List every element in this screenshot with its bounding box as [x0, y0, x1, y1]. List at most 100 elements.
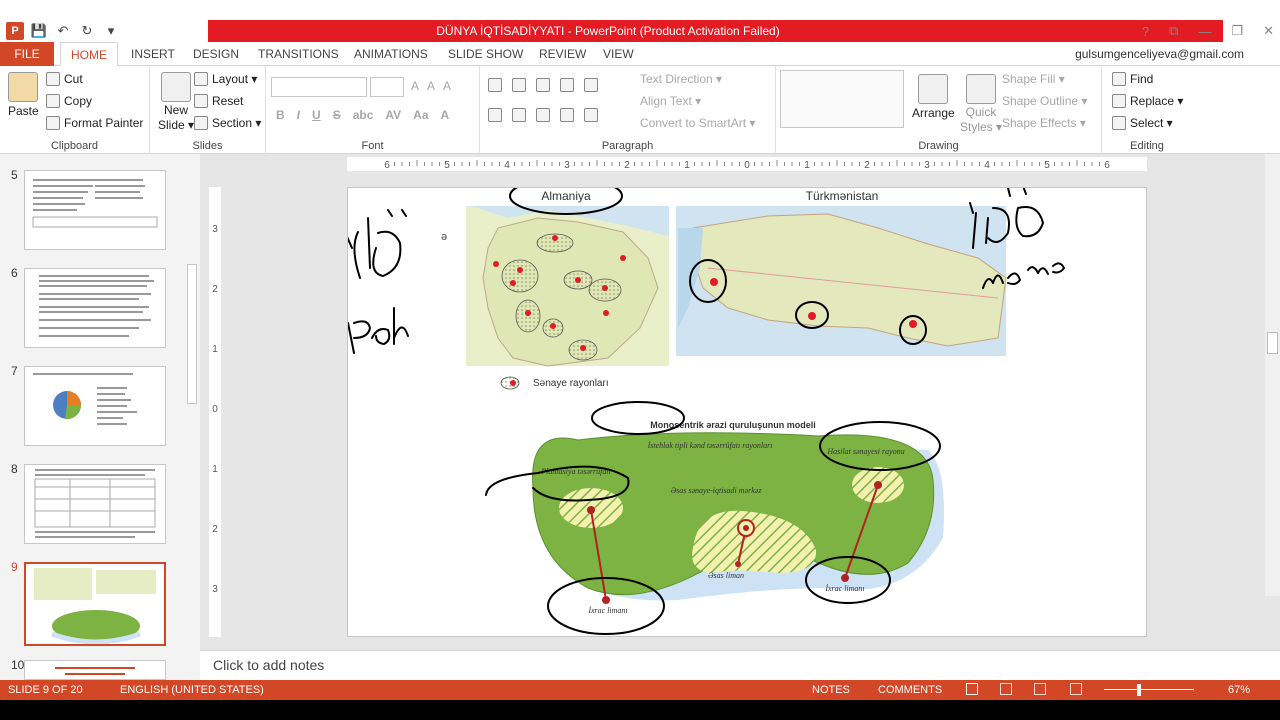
align-center-icon[interactable] [512, 108, 526, 122]
editor-scrollbar[interactable] [1265, 154, 1280, 596]
reading-view-icon[interactable] [1034, 683, 1046, 695]
reset-button[interactable]: Reset [194, 94, 243, 108]
customize-qat-icon[interactable]: ▾ [102, 22, 120, 40]
align-text-button[interactable]: Align Text ▾ [640, 94, 701, 108]
ruler-tick-label: 3 [564, 160, 570, 171]
zoom-level[interactable]: 67% [1228, 684, 1250, 696]
ruler-tick-label: 3 [212, 224, 218, 235]
slide-sorter-icon[interactable] [1000, 683, 1012, 695]
save-icon[interactable]: 💾 [30, 22, 48, 40]
shape-effects-label: Shape Effects ▾ [1002, 116, 1086, 130]
model-main-port: Əsas liman [708, 571, 744, 580]
find-button[interactable]: Find [1112, 72, 1153, 86]
tab-review[interactable]: REVIEW [539, 42, 586, 66]
notes-placeholder: Click to add notes [213, 657, 325, 673]
arrange-button[interactable]: Arrange [912, 74, 955, 120]
font-color-button[interactable]: A [441, 108, 450, 122]
zoom-slider-thumb[interactable] [1137, 684, 1141, 696]
strikethrough-button[interactable]: S [333, 108, 341, 122]
slide-number: 7 [11, 364, 18, 378]
shape-outline-button[interactable]: Shape Outline ▾ [1002, 94, 1087, 108]
line-spacing-icon[interactable] [584, 78, 598, 92]
character-spacing-button[interactable]: AV [385, 108, 401, 122]
notes-pane[interactable]: Click to add notes [200, 650, 1280, 680]
font-name-dropdown[interactable] [271, 77, 367, 97]
ruler-tick-label: 3 [924, 160, 930, 171]
shadow-button[interactable]: abc [353, 108, 374, 122]
account-name[interactable]: gulsumgenceliyeva@gmail.com [1075, 42, 1244, 66]
slide-thumbnail-7[interactable] [24, 366, 166, 446]
format-painter-button[interactable]: Format Painter [46, 116, 143, 130]
new-slide-icon [161, 72, 192, 102]
slide-canvas[interactable]: Almaniya Türkmənistan Sənaye rayonları M… [347, 187, 1147, 637]
bullets-icon[interactable] [488, 78, 502, 92]
zoom-slider[interactable] [1104, 689, 1194, 690]
section-button[interactable]: Section ▾ [194, 116, 261, 130]
replace-button[interactable]: Replace ▾ [1112, 94, 1183, 108]
help-icon[interactable]: ? [1142, 24, 1149, 39]
align-right-icon[interactable] [536, 108, 550, 122]
undo-icon[interactable]: ↶ [54, 22, 72, 40]
slide-thumbnail-9[interactable] [24, 562, 166, 646]
cut-button[interactable]: Cut [46, 72, 83, 86]
new-slide-button[interactable]: New Slide ▾ [158, 72, 194, 132]
clear-formatting-button[interactable]: A [443, 79, 451, 93]
tab-animations[interactable]: ANIMATIONS [354, 42, 428, 66]
tab-home[interactable]: HOME [60, 42, 118, 66]
new-slide-label-2: Slide ▾ [158, 118, 195, 132]
slide-thumbnail-10[interactable] [24, 660, 166, 680]
underline-button[interactable]: U [312, 108, 321, 122]
slide-thumbnail-panel: 5 6 7 8 9 10 [0, 154, 200, 680]
tab-design[interactable]: DESIGN [193, 42, 239, 66]
ruler-tick-label: 1 [212, 464, 218, 475]
notes-toggle[interactable]: NOTES [812, 684, 850, 696]
paste-button[interactable]: Paste [8, 72, 39, 118]
tab-slide-show[interactable]: SLIDE SHOW [448, 42, 523, 66]
decrease-indent-icon[interactable] [536, 78, 550, 92]
columns-icon[interactable] [584, 108, 598, 122]
slideshow-view-icon[interactable] [1070, 683, 1082, 695]
thumbnail-scroll-thumb[interactable] [187, 264, 197, 404]
shape-fill-button[interactable]: Shape Fill ▾ [1002, 72, 1065, 86]
shrink-font-button[interactable]: A [427, 79, 435, 93]
change-case-button[interactable]: Aa [413, 108, 428, 122]
quick-styles-button[interactable]: Quick Styles ▾ [960, 74, 1002, 134]
tab-file[interactable]: FILE [0, 42, 54, 66]
copy-button[interactable]: Copy [46, 94, 92, 108]
language-indicator[interactable]: ENGLISH (UNITED STATES) [120, 684, 264, 696]
ribbon-display-options-icon[interactable]: ⧉ [1169, 23, 1178, 39]
italic-button[interactable]: I [297, 108, 300, 122]
text-direction-button[interactable]: Text Direction ▾ [640, 72, 722, 86]
horizontal-ruler: 6 5 4 3 2 1 0 1 2 3 4 5 6 [347, 157, 1147, 171]
grow-font-button[interactable]: A [411, 79, 419, 93]
justify-icon[interactable] [560, 108, 574, 122]
slide-number: 5 [11, 168, 18, 182]
shapes-gallery[interactable] [780, 70, 904, 128]
redo-icon[interactable]: ↻ [78, 22, 96, 40]
layout-button[interactable]: Layout ▾ [194, 72, 257, 86]
increase-indent-icon[interactable] [560, 78, 574, 92]
thumbnail-scrollbar[interactable] [186, 154, 198, 680]
font-size-dropdown[interactable] [370, 77, 404, 97]
normal-view-icon[interactable] [966, 683, 978, 695]
minimize-button[interactable]: — [1198, 24, 1211, 39]
ink-word-ift-left [348, 209, 407, 279]
ruler-tick-label: 2 [212, 284, 218, 295]
close-button[interactable]: ✕ [1263, 23, 1274, 39]
restore-button[interactable]: ❐ [1231, 23, 1243, 39]
bold-button[interactable]: B [276, 108, 285, 122]
numbering-icon[interactable] [512, 78, 526, 92]
convert-smartart-button[interactable]: Convert to SmartArt ▾ [640, 116, 755, 130]
slide-thumbnail-8[interactable] [24, 464, 166, 544]
editor-scroll-thumb[interactable] [1267, 332, 1278, 354]
slide-thumbnail-6[interactable] [24, 268, 166, 348]
tab-transitions[interactable]: TRANSITIONS [258, 42, 339, 66]
ruler-tick-label: 2 [864, 160, 870, 171]
slide-thumbnail-5[interactable] [24, 170, 166, 250]
shape-effects-button[interactable]: Shape Effects ▾ [1002, 116, 1086, 130]
select-button[interactable]: Select ▾ [1112, 116, 1173, 130]
comments-toggle[interactable]: COMMENTS [878, 684, 942, 696]
tab-insert[interactable]: INSERT [131, 42, 175, 66]
tab-view[interactable]: VIEW [603, 42, 634, 66]
align-left-icon[interactable] [488, 108, 502, 122]
